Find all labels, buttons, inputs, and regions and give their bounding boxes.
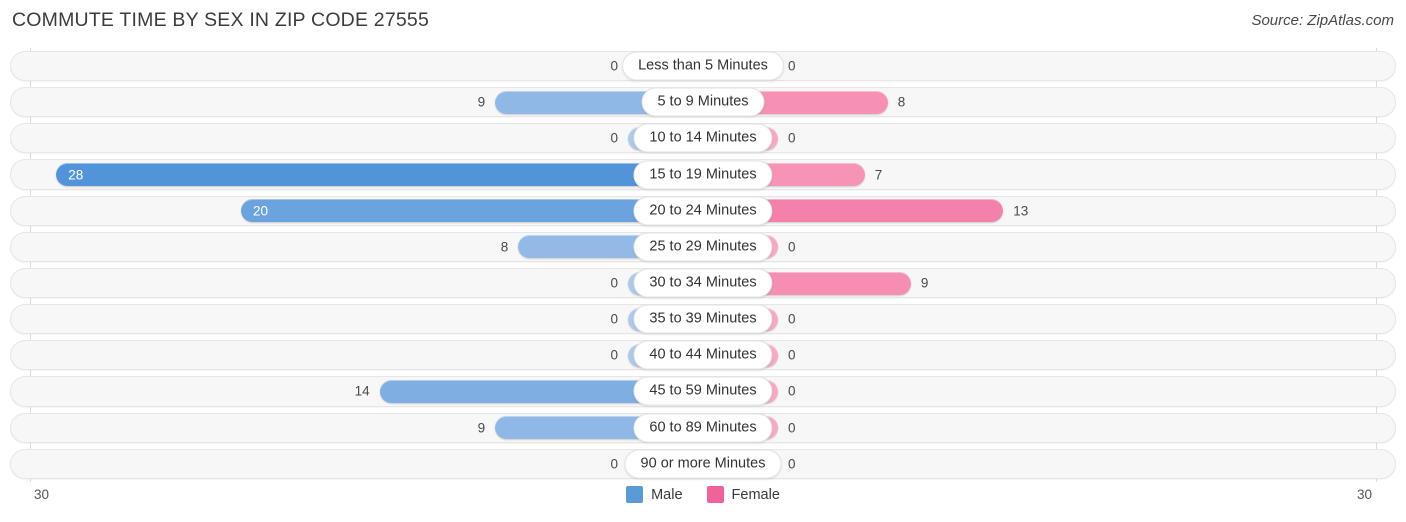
bar-value-female: 0 bbox=[788, 130, 796, 146]
category-label: 25 to 29 Minutes bbox=[633, 232, 773, 262]
bar-value-male: 0 bbox=[610, 456, 618, 472]
category-label: 90 or more Minutes bbox=[624, 449, 782, 479]
bar-value-male: 0 bbox=[610, 275, 618, 291]
legend-swatch-male bbox=[626, 486, 644, 503]
bar-value-male: 8 bbox=[500, 239, 509, 255]
row-bars: 14 0 45 to 59 Minutes bbox=[0, 373, 1406, 409]
bar-row: 0 0 40 to 44 Minutes bbox=[0, 337, 1406, 373]
bar-row: 0 9 30 to 34 Minutes bbox=[0, 265, 1406, 301]
bar-value-female: 0 bbox=[788, 419, 796, 435]
row-bars: 0 9 30 to 34 Minutes bbox=[0, 265, 1406, 301]
row-bars: 0 0 Less than 5 Minutes bbox=[0, 48, 1406, 84]
category-label: 40 to 44 Minutes bbox=[633, 340, 773, 370]
bar-row: 0 0 90 or more Minutes bbox=[0, 446, 1406, 482]
plot-area: 0 0 Less than 5 Minutes 9 8 5 to 9 Minutes 0 0 1… bbox=[0, 48, 1406, 482]
bar-value-male: 0 bbox=[610, 58, 618, 74]
bar-value-female: 9 bbox=[920, 275, 929, 291]
category-label: 60 to 89 Minutes bbox=[633, 413, 773, 443]
bar-value-male: 14 bbox=[354, 383, 370, 399]
bar-value-female: 7 bbox=[874, 166, 883, 182]
category-label: 35 to 39 Minutes bbox=[633, 304, 773, 334]
row-bars: 9 0 60 to 89 Minutes bbox=[0, 410, 1406, 446]
bar-row: 0 0 35 to 39 Minutes bbox=[0, 301, 1406, 337]
category-label: 5 to 9 Minutes bbox=[641, 87, 765, 117]
row-bars: 0 0 35 to 39 Minutes bbox=[0, 301, 1406, 337]
bar-row: 9 0 60 to 89 Minutes bbox=[0, 410, 1406, 446]
source-attribution: Source: ZipAtlas.com bbox=[1251, 12, 1394, 29]
category-label: 20 to 24 Minutes bbox=[633, 196, 773, 226]
legend-swatch-female bbox=[706, 486, 724, 503]
bar-row: 14 0 45 to 59 Minutes bbox=[0, 373, 1406, 409]
row-bars: 28 7 15 to 19 Minutes bbox=[0, 156, 1406, 192]
category-label: 45 to 59 Minutes bbox=[633, 376, 773, 406]
bar-value-male: 20 bbox=[253, 202, 269, 218]
row-bars: 9 8 5 to 9 Minutes bbox=[0, 84, 1406, 120]
category-label: 10 to 14 Minutes bbox=[633, 123, 773, 153]
category-label: 15 to 19 Minutes bbox=[633, 160, 773, 190]
bar-row: 0 0 10 to 14 Minutes bbox=[0, 120, 1406, 156]
legend-label-male: Male bbox=[651, 486, 683, 503]
row-bars: 0 0 40 to 44 Minutes bbox=[0, 337, 1406, 373]
bar-value-male: 0 bbox=[610, 311, 618, 327]
bar-rows: 0 0 Less than 5 Minutes 9 8 5 to 9 Minutes 0 0 1… bbox=[0, 48, 1406, 482]
category-label: Less than 5 Minutes bbox=[622, 51, 784, 81]
bar-value-male: 9 bbox=[477, 419, 486, 435]
legend-item-male[interactable]: Male bbox=[626, 486, 683, 503]
bar-row: 28 7 15 to 19 Minutes bbox=[0, 156, 1406, 192]
bar-value-female: 0 bbox=[788, 347, 796, 363]
row-bars: 20 13 20 to 24 Minutes bbox=[0, 193, 1406, 229]
bar-value-male: 28 bbox=[68, 166, 84, 182]
bar-value-female: 13 bbox=[1013, 202, 1029, 218]
bar-value-male: 0 bbox=[610, 130, 618, 146]
bar-value-female: 0 bbox=[788, 58, 796, 74]
commute-time-chart: COMMUTE TIME BY SEX IN ZIP CODE 27555 So… bbox=[0, 0, 1406, 522]
bar-value-male: 9 bbox=[477, 94, 486, 110]
bar-value-female: 0 bbox=[788, 456, 796, 472]
bar-male[interactable]: 28 bbox=[56, 163, 703, 187]
bar-row: 9 8 5 to 9 Minutes bbox=[0, 84, 1406, 120]
chart-legend: Male Female bbox=[0, 486, 1406, 503]
bar-row: 20 13 20 to 24 Minutes bbox=[0, 193, 1406, 229]
bar-value-female: 0 bbox=[788, 311, 796, 327]
legend-item-female[interactable]: Female bbox=[706, 486, 780, 503]
row-bars: 8 0 25 to 29 Minutes bbox=[0, 229, 1406, 265]
category-label: 30 to 34 Minutes bbox=[633, 268, 773, 298]
row-bars: 0 0 90 or more Minutes bbox=[0, 446, 1406, 482]
legend-label-female: Female bbox=[731, 486, 780, 503]
bar-value-male: 0 bbox=[610, 347, 618, 363]
bar-value-female: 8 bbox=[897, 94, 906, 110]
bar-row: 8 0 25 to 29 Minutes bbox=[0, 229, 1406, 265]
row-bars: 0 0 10 to 14 Minutes bbox=[0, 120, 1406, 156]
bar-value-female: 0 bbox=[788, 239, 796, 255]
page-title: COMMUTE TIME BY SEX IN ZIP CODE 27555 bbox=[12, 9, 430, 31]
bar-row: 0 0 Less than 5 Minutes bbox=[0, 48, 1406, 84]
bar-value-female: 0 bbox=[788, 383, 796, 399]
